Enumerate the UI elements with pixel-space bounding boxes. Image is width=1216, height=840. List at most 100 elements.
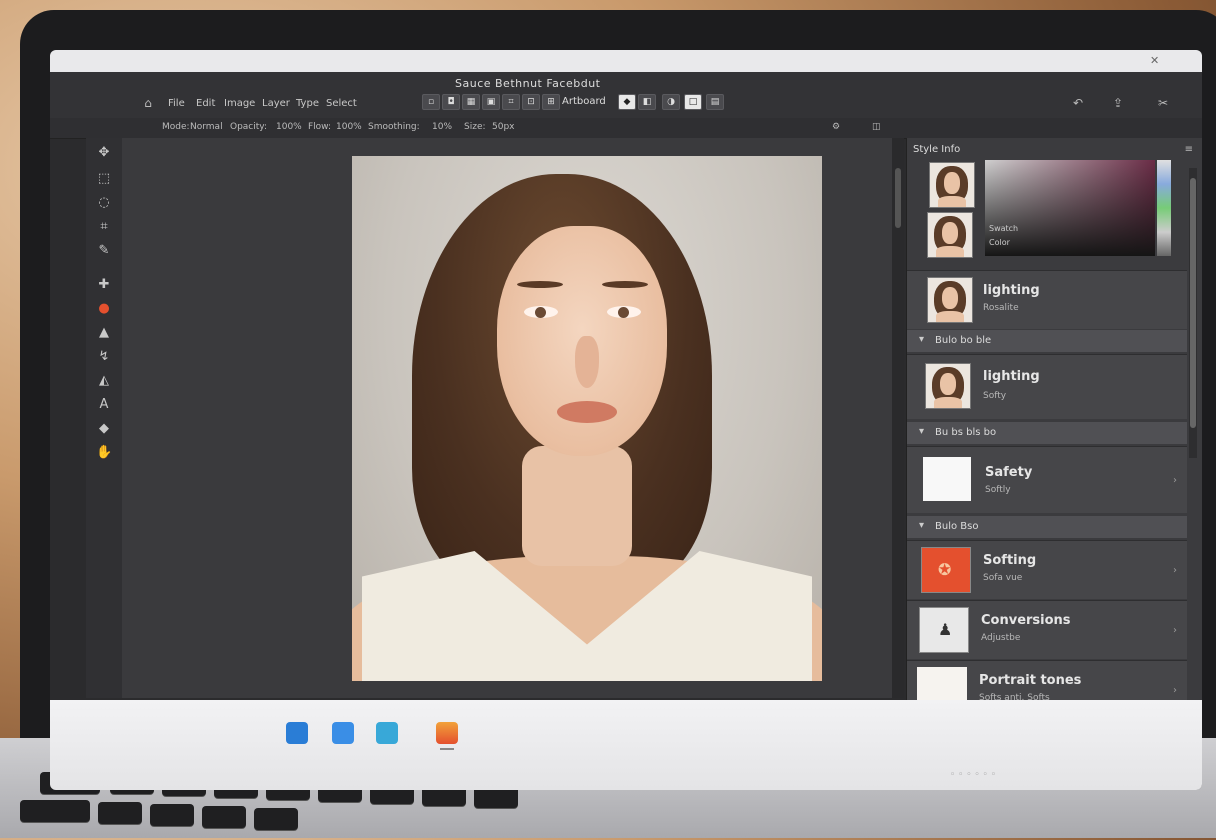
option-size-value[interactable]: 50px: [492, 122, 515, 132]
red-thumbnail: ✪: [921, 547, 971, 593]
option-flow-value[interactable]: 100%: [336, 122, 362, 132]
portrait-photo[interactable]: [352, 156, 822, 681]
option-flow-label: Flow:: [308, 122, 332, 132]
close-window-icon[interactable]: ✕: [1150, 54, 1159, 67]
photo-neck: [522, 446, 632, 566]
photo-editor-app-icon[interactable]: [436, 722, 458, 744]
photo-right-eye: [607, 306, 641, 318]
text-tool-icon[interactable]: A: [96, 398, 112, 412]
panel-toggle-icon[interactable]: ◫: [872, 122, 881, 132]
style-thumbnail[interactable]: [929, 162, 975, 208]
menu-edit[interactable]: Edit: [196, 98, 215, 109]
option-smoothing-value[interactable]: 10%: [432, 122, 452, 132]
hand-tool-icon[interactable]: ✋: [96, 446, 112, 460]
tool-frame-button[interactable]: ▣: [482, 94, 500, 110]
row-subtitle: Rosalite: [983, 303, 1019, 313]
menu-layer[interactable]: Layer: [262, 98, 290, 109]
photo-left-eye: [524, 306, 558, 318]
row-title: Softing: [983, 553, 1037, 568]
list-item[interactable]: lighting Rosalite: [907, 270, 1187, 329]
row-title: Safety: [985, 465, 1033, 480]
row-subtitle: Adjustbe: [981, 633, 1021, 643]
tool-move-button[interactable]: ▫: [422, 94, 440, 110]
color-picker-sub: Color: [989, 238, 1010, 247]
row-subtitle: Sofa vue: [983, 573, 1023, 583]
list-item[interactable]: ✪ Softing Sofa vue ›: [907, 540, 1187, 599]
badge-icon: ✪: [938, 560, 952, 579]
menu-type[interactable]: Type: [296, 98, 319, 109]
crop-tool-icon[interactable]: ⌗: [96, 220, 112, 234]
list-item[interactable]: lighting Softy: [907, 354, 1187, 419]
lasso-tool-icon[interactable]: ◌: [96, 196, 112, 210]
settings-icon[interactable]: ⚙: [832, 122, 840, 132]
mail-app-icon[interactable]: [286, 722, 308, 744]
tool-3d-button[interactable]: ◑: [662, 94, 680, 110]
canvas-scrollbar[interactable]: [892, 138, 904, 698]
row-title: Portrait tones: [979, 673, 1082, 688]
option-size-label: Size:: [464, 122, 486, 132]
tool-lock-button[interactable]: ◘: [442, 94, 460, 110]
row-title: Conversions: [981, 613, 1071, 628]
chevron-right-icon[interactable]: ›: [1173, 685, 1177, 696]
tool-grid-button[interactable]: ▦: [462, 94, 480, 110]
undo-icon[interactable]: ↶: [1070, 96, 1086, 110]
chevron-down-icon: ▾: [919, 426, 925, 437]
tool-transform-button[interactable]: ◧: [638, 94, 656, 110]
hue-slider[interactable]: [1157, 160, 1171, 256]
row-subtitle: Softy: [983, 391, 1007, 401]
option-opacity-value[interactable]: 100%: [276, 122, 302, 132]
taskbar: ◦ ◦ ◦ ◦ ◦ ◦: [50, 700, 1202, 790]
section-header[interactable]: ▾ Bulo bo ble: [907, 330, 1187, 352]
marquee-tool-icon[interactable]: ⬚: [96, 172, 112, 186]
color-picker[interactable]: Swatch Color: [985, 160, 1155, 256]
eyedropper-tool-icon[interactable]: ✎: [96, 244, 112, 258]
tools-panel: ✥ ⬚ ◌ ⌗ ✎ ✚ ● ▲ ↯ ◭ A ◆ ✋: [86, 138, 122, 698]
app-header: Sauce Bethnut Facebdut ⌂ File Edit Image…: [50, 72, 1202, 118]
tool-mode-button[interactable]: □: [684, 94, 702, 110]
shape-tool-icon[interactable]: ◆: [96, 422, 112, 436]
photo-left-brow: [517, 281, 563, 288]
tool-extra-button[interactable]: ▤: [706, 94, 724, 110]
tool-link-button[interactable]: ⊞: [542, 94, 560, 110]
figure-icon: ♟: [938, 620, 953, 639]
healing-tool-icon[interactable]: ✚: [96, 278, 112, 292]
home-icon[interactable]: ⌂: [140, 96, 156, 110]
chevron-right-icon[interactable]: ›: [1173, 475, 1177, 486]
tool-slice-button[interactable]: ⊡: [522, 94, 540, 110]
tool-select-button[interactable]: ◆: [618, 94, 636, 110]
toolbar-label[interactable]: Artboard: [562, 94, 606, 110]
panel-scrollbar[interactable]: [1189, 168, 1197, 458]
list-item[interactable]: Safety Softly ›: [907, 446, 1187, 513]
figure-thumbnail: ♟: [919, 607, 969, 653]
menu-file[interactable]: File: [168, 98, 185, 109]
tool-crop-button[interactable]: ⌗: [502, 94, 520, 110]
system-tray-icon[interactable]: ◦ ◦ ◦ ◦ ◦ ◦: [950, 770, 996, 780]
chevron-down-icon: ▾: [919, 334, 925, 345]
browser-app-icon[interactable]: [376, 722, 398, 744]
row-title: lighting: [983, 369, 1040, 384]
section-header[interactable]: ▾ Bulo Bso: [907, 516, 1187, 538]
option-mode-value[interactable]: Normal: [190, 122, 223, 132]
brush-tool-icon[interactable]: ●: [96, 302, 112, 316]
laptop-screen: ✕ Sauce Bethnut Facebdut ⌂ File Edit Ima…: [50, 50, 1202, 790]
list-item[interactable]: ♟ Conversions Adjustbe ›: [907, 600, 1187, 659]
panel-menu-icon[interactable]: ≡: [1185, 144, 1193, 155]
stamp-tool-icon[interactable]: ▲: [96, 326, 112, 340]
menu-select[interactable]: Select: [326, 98, 357, 109]
tools-icon[interactable]: ✂: [1155, 96, 1171, 110]
files-app-icon[interactable]: [332, 722, 354, 744]
section-header[interactable]: ▾ Bu bs bls bo: [907, 422, 1187, 444]
menu-image[interactable]: Image: [224, 98, 255, 109]
os-titlebar: ✕: [50, 50, 1202, 72]
eraser-tool-icon[interactable]: ◭: [96, 374, 112, 388]
move-tool-icon[interactable]: ✥: [96, 146, 112, 160]
history-brush-icon[interactable]: ↯: [96, 350, 112, 364]
style-thumbnail[interactable]: [927, 212, 973, 258]
canvas-area[interactable]: [122, 138, 892, 698]
row-title: lighting: [983, 283, 1040, 298]
share-icon[interactable]: ⇪: [1110, 96, 1126, 110]
chevron-right-icon[interactable]: ›: [1173, 625, 1177, 636]
chevron-right-icon[interactable]: ›: [1173, 565, 1177, 576]
option-opacity-label: Opacity:: [230, 122, 267, 132]
options-bar: Mode: Normal Opacity: 100% Flow: 100% Sm…: [50, 118, 1202, 139]
